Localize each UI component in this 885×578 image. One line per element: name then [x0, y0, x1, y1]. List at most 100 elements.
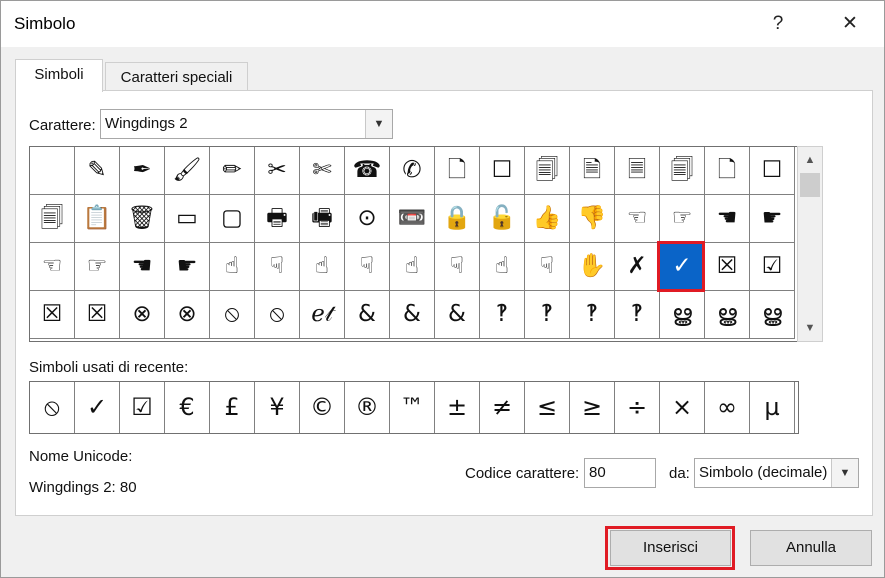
- symbol-cell[interactable]: ☞: [75, 243, 120, 291]
- symbol-cell[interactable]: ☐: [750, 147, 795, 195]
- symbol-cell[interactable]: &: [390, 291, 435, 339]
- symbol-cell[interactable]: ☒: [705, 243, 750, 291]
- symbol-cell[interactable]: ☟: [525, 243, 570, 291]
- symbol-cell[interactable]: ☟: [435, 243, 480, 291]
- symbol-cell[interactable]: ▭: [165, 195, 210, 243]
- symbol-cell[interactable]: ☟: [255, 243, 300, 291]
- scroll-thumb[interactable]: [800, 173, 820, 197]
- symbol-cell[interactable]: ☑: [750, 243, 795, 291]
- symbol-cell[interactable]: &: [345, 291, 390, 339]
- recent-symbol-cell[interactable]: µ: [750, 382, 795, 433]
- symbol-cell[interactable]: ‽: [615, 291, 660, 339]
- recent-symbol-cell[interactable]: €: [165, 382, 210, 433]
- symbol-cell[interactable]: [30, 147, 75, 195]
- recent-symbol-cell[interactable]: ⦸: [30, 382, 75, 433]
- chevron-up-icon[interactable]: ▲: [798, 149, 822, 171]
- recent-symbol-cell[interactable]: ∞: [705, 382, 750, 433]
- symbol-cell[interactable]: ☚: [705, 195, 750, 243]
- symbol-cell[interactable]: &: [435, 291, 480, 339]
- recent-symbol-cell[interactable]: ®: [345, 382, 390, 433]
- symbol-cell[interactable]: 🖷: [300, 195, 345, 243]
- symbol-cell[interactable]: 🗏: [615, 147, 660, 195]
- help-button[interactable]: ?: [763, 9, 793, 39]
- symbol-cell[interactable]: 🔒: [435, 195, 480, 243]
- symbol-cell[interactable]: 👍: [525, 195, 570, 243]
- symbol-cell[interactable]: 📋: [75, 195, 120, 243]
- unicode-name-value: Wingdings 2: 80: [29, 479, 137, 496]
- symbol-cell[interactable]: ▢: [210, 195, 255, 243]
- symbol-cell[interactable]: 🗋: [705, 147, 750, 195]
- symbol-cell[interactable]: ℯ𝓉: [300, 291, 345, 339]
- recent-symbol-cell[interactable]: ≠: [480, 382, 525, 433]
- recent-symbol-cell[interactable]: ¥: [255, 382, 300, 433]
- symbol-cell[interactable]: ☝: [300, 243, 345, 291]
- symbol-cell[interactable]: 🗐: [660, 147, 705, 195]
- recent-symbol-cell[interactable]: ≤: [525, 382, 570, 433]
- symbol-cell[interactable]: ‽: [525, 291, 570, 339]
- symbol-cell[interactable]: ✋: [570, 243, 615, 291]
- symbol-cell[interactable]: ☒: [30, 291, 75, 339]
- symbol-cell[interactable]: ☛: [165, 243, 210, 291]
- symbol-cell[interactable]: ൠ: [660, 291, 705, 339]
- symbol-cell[interactable]: ☛: [750, 195, 795, 243]
- symbol-cell[interactable]: ✎: [75, 147, 120, 195]
- symbol-cell[interactable]: ⊗: [165, 291, 210, 339]
- chevron-down-icon[interactable]: ▼: [365, 110, 392, 138]
- symbol-cell[interactable]: ൠ: [705, 291, 750, 339]
- chevron-down-icon[interactable]: ▼: [798, 317, 822, 339]
- symbol-cell[interactable]: 🔓: [480, 195, 525, 243]
- tab-caratteri-speciali[interactable]: Caratteri speciali: [105, 62, 248, 92]
- symbol-cell[interactable]: ✏: [210, 147, 255, 195]
- symbol-cell[interactable]: 🖶: [255, 195, 300, 243]
- symbol-cell[interactable]: 🗑: [120, 195, 165, 243]
- symbol-cell[interactable]: ⦸: [255, 291, 300, 339]
- recent-symbol-cell[interactable]: ✓: [75, 382, 120, 433]
- recent-symbol-cell[interactable]: ☑: [120, 382, 165, 433]
- symbol-cell[interactable]: ☝: [390, 243, 435, 291]
- symbol-cell[interactable]: ☞: [660, 195, 705, 243]
- symbol-cell[interactable]: 🖌: [165, 147, 210, 195]
- chevron-down-icon[interactable]: ▼: [831, 459, 858, 487]
- symbol-cell[interactable]: ☟: [345, 243, 390, 291]
- symbol-cell[interactable]: ☎: [345, 147, 390, 195]
- symbol-cell[interactable]: 📼: [390, 195, 435, 243]
- symbol-cell[interactable]: 👎: [570, 195, 615, 243]
- symbol-cell[interactable]: ✂: [255, 147, 300, 195]
- recent-symbol-cell[interactable]: ©: [300, 382, 345, 433]
- symbol-cell[interactable]: ✆: [390, 147, 435, 195]
- symbol-cell[interactable]: ☜: [30, 243, 75, 291]
- recent-symbol-cell[interactable]: ™: [390, 382, 435, 433]
- tab-simboli[interactable]: Simboli: [15, 59, 103, 92]
- symbol-cell[interactable]: ‽: [570, 291, 615, 339]
- char-code-input[interactable]: 80: [584, 458, 656, 488]
- symbol-cell[interactable]: ‽: [480, 291, 525, 339]
- symbol-cell[interactable]: ൠ: [750, 291, 795, 339]
- symbol-cell[interactable]: 🗐: [30, 195, 75, 243]
- recent-symbol-cell[interactable]: ÷: [615, 382, 660, 433]
- symbol-cell[interactable]: 🗎: [570, 147, 615, 195]
- recent-symbol-cell[interactable]: ±: [435, 382, 480, 433]
- grid-scrollbar[interactable]: ▲ ▼: [797, 146, 823, 342]
- symbol-cell[interactable]: ✒: [120, 147, 165, 195]
- symbol-cell[interactable]: ⊙: [345, 195, 390, 243]
- symbol-cell[interactable]: ⦸: [210, 291, 255, 339]
- symbol-cell[interactable]: ☚: [120, 243, 165, 291]
- unicode-name-label: Nome Unicode:: [29, 448, 133, 465]
- symbol-cell[interactable]: ☝: [210, 243, 255, 291]
- symbol-cell[interactable]: ✗: [615, 243, 660, 291]
- recent-symbol-cell[interactable]: ≥: [570, 382, 615, 433]
- symbol-cell[interactable]: ☜: [615, 195, 660, 243]
- font-select[interactable]: Wingdings 2 ▼: [100, 109, 393, 139]
- recent-symbol-cell[interactable]: ×: [660, 382, 705, 433]
- recent-symbol-cell[interactable]: £: [210, 382, 255, 433]
- symbol-cell[interactable]: ⊗: [120, 291, 165, 339]
- symbol-cell[interactable]: ✄: [300, 147, 345, 195]
- cancel-button[interactable]: Annulla: [750, 530, 872, 566]
- from-select[interactable]: Simbolo (decimale) ▼: [694, 458, 859, 488]
- close-button[interactable]: ✕: [835, 9, 865, 39]
- symbol-cell[interactable]: 🗐: [525, 147, 570, 195]
- symbol-cell[interactable]: ☒: [75, 291, 120, 339]
- symbol-cell[interactable]: ☝: [480, 243, 525, 291]
- symbol-cell[interactable]: 🗋: [435, 147, 480, 195]
- symbol-cell[interactable]: ☐: [480, 147, 525, 195]
